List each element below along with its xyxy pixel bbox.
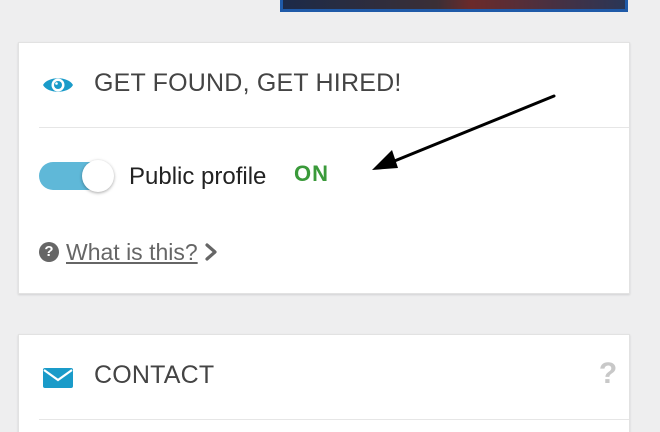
public-profile-toggle[interactable]	[39, 160, 114, 192]
contact-card-header: CONTACT ?	[19, 335, 629, 421]
public-profile-label: Public profile	[129, 163, 267, 190]
visibility-card: GET FOUND, GET HIRED! Public profile ON …	[18, 42, 630, 294]
eye-icon	[43, 78, 73, 92]
chevron-right-icon[interactable]	[204, 242, 218, 262]
toggle-knob	[82, 160, 114, 192]
visibility-card-divider	[39, 127, 629, 128]
visibility-card-header: GET FOUND, GET HIRED!	[19, 43, 629, 129]
visibility-card-title: GET FOUND, GET HIRED!	[94, 69, 402, 97]
what-is-this-row: ? What is this?	[39, 239, 218, 265]
contact-card: CONTACT ?	[18, 334, 630, 432]
page: GET FOUND, GET HIRED! Public profile ON …	[0, 0, 660, 432]
public-profile-status: ON	[294, 161, 329, 186]
contact-card-title: CONTACT	[94, 361, 215, 389]
what-is-this-link[interactable]: What is this?	[66, 239, 198, 266]
contact-card-divider	[39, 419, 629, 420]
profile-photo-image	[283, 0, 625, 9]
question-circle-icon: ?	[39, 242, 59, 262]
profile-photo	[280, 0, 628, 12]
contact-help-icon[interactable]: ?	[597, 359, 619, 389]
envelope-icon	[43, 368, 73, 388]
